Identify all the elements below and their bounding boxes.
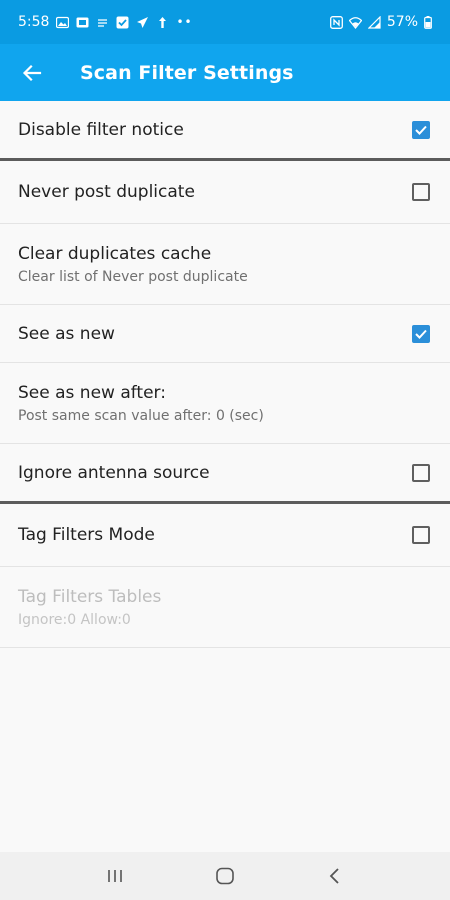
navigation-bar (0, 852, 450, 900)
status-bar: 5:58 •• 57% (0, 0, 450, 44)
settings-list: Disable filter notice Never post duplica… (0, 101, 450, 648)
more-dots-icon: •• (176, 15, 193, 29)
recent-apps-button[interactable] (95, 856, 135, 896)
battery-icon (424, 15, 432, 29)
gallery-icon (56, 16, 70, 28)
setting-clear-duplicates-cache[interactable]: Clear duplicates cache Clear list of Nev… (0, 224, 450, 305)
nav-back-button[interactable] (315, 856, 355, 896)
send-icon (137, 16, 149, 28)
setting-tag-filters-mode[interactable]: Tag Filters Mode (0, 504, 450, 567)
checkbox-see-as-new[interactable] (412, 324, 430, 343)
signal-icon (367, 15, 381, 29)
app-notification-icon (76, 17, 89, 27)
setting-summary: Clear list of Never post duplicate (18, 268, 248, 285)
checkbox-disable-filter-notice[interactable] (412, 120, 430, 139)
setting-ignore-antenna-source[interactable]: Ignore antenna source (0, 444, 450, 504)
setting-summary: Ignore:0 Allow:0 (18, 611, 131, 628)
home-icon (216, 867, 234, 885)
checklist-icon (116, 16, 129, 28)
app-bar: Scan Filter Settings (0, 44, 450, 101)
setting-title: Ignore antenna source (18, 462, 210, 483)
recent-apps-icon (108, 870, 122, 882)
setting-title: Tag Filters Mode (18, 525, 155, 545)
setting-title: Disable filter notice (18, 119, 184, 140)
wifi-icon (348, 16, 362, 29)
checkbox-never-post-duplicate[interactable] (412, 183, 430, 201)
nfc-icon (329, 15, 343, 29)
home-button[interactable] (205, 856, 245, 896)
media-icon (98, 18, 108, 27)
checkmark-icon (415, 329, 427, 339)
setting-title: Tag Filters Tables (18, 586, 162, 607)
page-title: Scan Filter Settings (80, 61, 294, 84)
checkbox-tag-filters-mode[interactable] (412, 526, 430, 544)
status-time: 5:58 (18, 14, 50, 30)
setting-see-as-new[interactable]: See as new (0, 305, 450, 363)
setting-title: See as new (18, 323, 115, 344)
setting-tag-filters-tables: Tag Filters Tables Ignore:0 Allow:0 (0, 567, 450, 648)
setting-never-post-duplicate[interactable]: Never post duplicate (0, 161, 450, 224)
setting-see-as-new-after[interactable]: See as new after: Post same scan value a… (0, 363, 450, 444)
battery-percent: 57% (386, 14, 418, 30)
setting-summary: Post same scan value after: 0 (sec) (18, 407, 264, 424)
back-button[interactable] (2, 44, 62, 101)
back-icon (329, 868, 339, 884)
arrow-back-icon (22, 64, 42, 81)
setting-title: Never post duplicate (18, 182, 195, 202)
checkbox-ignore-antenna-source[interactable] (412, 463, 430, 482)
setting-title: Clear duplicates cache (18, 243, 212, 264)
upload-icon (159, 16, 167, 28)
setting-disable-filter-notice[interactable]: Disable filter notice (0, 101, 450, 161)
checkmark-icon (415, 125, 427, 135)
setting-title: See as new after: (18, 382, 166, 403)
